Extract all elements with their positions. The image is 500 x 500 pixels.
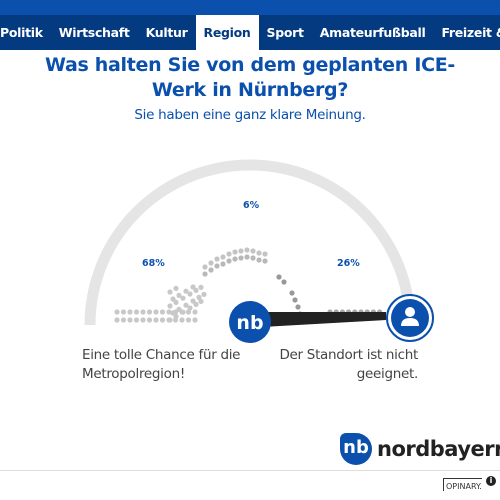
vote-dot [159,309,166,315]
vote-dot [193,301,199,307]
divider [0,470,500,471]
vote-dot [167,289,173,295]
vote-dot [192,309,198,315]
gauge-needle [262,312,386,327]
vote-dot [214,263,220,269]
vote-dot [238,248,244,254]
vote-dot [133,309,140,315]
nav-sport[interactable]: Sport [259,15,312,50]
vote-dot [202,271,208,277]
vote-dot [250,248,256,254]
vote-dot [198,284,204,290]
logo-text: nordbayern [377,437,500,461]
vote-dot [256,250,262,256]
vote-dot [146,309,153,315]
vote-dot [198,298,204,304]
vote-dot [201,291,207,297]
vote-dot [292,297,298,303]
poll-subtitle: Sie haben eine ganz klare Meinung. [134,107,366,123]
right-option-label: Der Standort ist nicht geeignet. [279,347,418,382]
vote-dot [238,255,244,261]
vote-dot [187,291,193,297]
vote-dot [127,309,133,315]
top-bar [0,0,500,15]
vote-dot [173,299,179,305]
vote-dot [250,255,256,261]
vote-dot [226,251,232,257]
vote-dot [167,303,173,309]
vote-dot [244,254,250,260]
vote-dot [220,261,226,267]
gauge-logo-mark: nb [236,312,263,334]
vote-dot [262,258,268,264]
vote-dot [220,254,226,260]
vote-dot [153,309,159,315]
result-middle-pct: 6% [243,200,260,211]
vote-dot [289,290,295,296]
result-left-pct: 68% [142,258,165,269]
vote-dot [114,309,120,315]
nav-amateurfussball[interactable]: Amateurfußball [312,15,434,50]
vote-dot [173,313,179,319]
vote-dot [226,258,232,264]
nordbayern-logo[interactable]: nb nordbayern [340,433,500,465]
main-nav: Politik Wirtschaft Kultur Region Sport A… [0,15,500,50]
nav-politik[interactable]: Politik [0,15,51,50]
vote-dot [192,317,198,323]
vote-dot [208,260,214,266]
vote-dot [193,287,199,293]
nav-wirtschaft[interactable]: Wirtschaft [51,15,138,50]
vote-dot [244,247,250,253]
vote-dot [180,309,186,315]
poll-gauge[interactable]: nb [0,140,500,350]
vote-dot [140,309,146,315]
vote-dot [173,285,179,291]
vote-dot [187,305,193,311]
vote-dot [133,317,140,323]
vote-dot [202,264,208,270]
vote-dot [281,279,287,285]
vote-dot [140,317,146,323]
vote-dot [179,317,185,323]
vote-dot [159,317,166,323]
nav-freizeit-events[interactable]: Freizeit & Events [433,15,500,50]
vote-dot [276,274,282,280]
vote-dot [146,317,153,323]
vote-dot [180,295,186,301]
vote-dot [295,304,301,310]
vote-dot [214,256,220,262]
vote-dot [185,317,192,323]
nav-region[interactable]: Region [195,15,259,50]
poll-question: Was halten Sie von dem geplanten ICE-Wer… [44,54,455,101]
vote-dot [232,256,238,262]
info-icon[interactable]: i [486,476,496,486]
vote-dot [153,317,159,323]
vote-dot [256,257,262,263]
vote-dot [120,309,127,315]
nav-kultur[interactable]: Kultur [138,15,196,50]
result-right-pct: 26% [337,258,360,269]
vote-dot [262,251,268,257]
left-option-label: Eine tolle Chance für die Metropolregion… [82,347,241,382]
vote-dot [232,249,238,255]
vote-dot [127,317,133,323]
vote-dot [167,317,173,323]
vote-dot [120,317,127,323]
opinary-link[interactable]: OPINARY. [443,478,482,491]
logo-mark: nb [340,433,372,465]
vote-dot [208,267,214,273]
vote-dot [114,317,120,323]
